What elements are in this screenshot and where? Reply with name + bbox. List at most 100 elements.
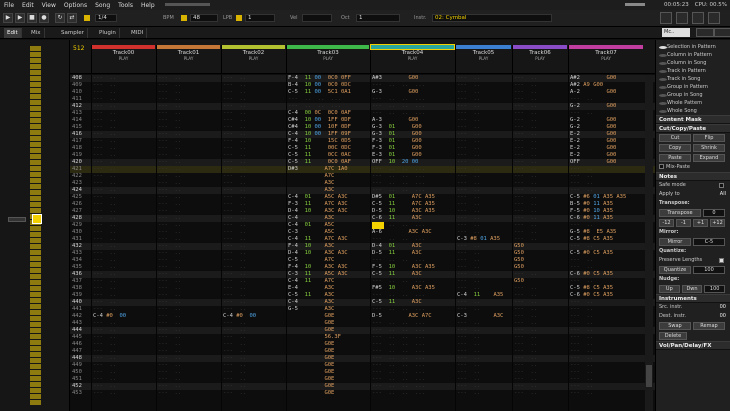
note-cell[interactable]: --- .. — [223, 355, 246, 362]
note-cell[interactable]: F-5 10 A3C A35 — [372, 264, 435, 271]
note-cell[interactable]: --- .. — [223, 376, 246, 383]
play-pattern-icon[interactable]: ▶ — [15, 13, 25, 23]
note-cell[interactable]: --- .. — [514, 89, 537, 96]
note-cell[interactable]: E-2 G00 — [570, 138, 616, 145]
note-cell[interactable]: --- .. — [93, 215, 116, 222]
safe-mode-checkbox[interactable] — [719, 183, 724, 188]
note-cell[interactable]: --- .. .. ... — [372, 306, 425, 313]
note-cell[interactable]: --- .. — [223, 82, 246, 89]
note-cell[interactable]: --- .. — [457, 278, 480, 285]
note-cell[interactable]: --- .. — [223, 341, 246, 348]
note-cell[interactable]: --- .. .. ... — [372, 166, 425, 173]
note-cell[interactable]: --- .. — [457, 159, 480, 166]
note-cell[interactable]: --- .. .. ... — [372, 187, 425, 194]
note-cell[interactable]: C-3 #8 01 A35 — [457, 236, 500, 243]
cut-copy-paste-header[interactable]: Cut/Copy/Paste — [656, 124, 730, 133]
note-cell[interactable]: --- .. — [158, 138, 181, 145]
track-header-4[interactable]: Track04 PLAY — [370, 44, 455, 73]
note-cell[interactable]: G-3 01 G00 — [372, 131, 422, 138]
note-cell[interactable]: G50 — [514, 250, 524, 257]
note-cell[interactable]: A#3 G00 — [372, 75, 418, 82]
note-cell[interactable]: --- .. — [570, 320, 593, 327]
note-cell[interactable]: --- .. — [93, 75, 116, 82]
note-cell[interactable]: --- .. — [514, 187, 537, 194]
note-cell[interactable]: --- .. — [514, 369, 537, 376]
cut-button[interactable]: Cut — [659, 134, 691, 142]
note-cell[interactable]: --- .. — [158, 117, 181, 124]
note-cell[interactable]: --- .. — [223, 271, 246, 278]
note-cell[interactable]: G50 — [514, 278, 524, 285]
sequence-cell[interactable] — [30, 58, 41, 63]
note-cell[interactable]: --- .. — [457, 124, 480, 131]
note-cell[interactable]: C-4 01 A5C — [288, 222, 334, 229]
track-play-state[interactable]: PLAY — [92, 56, 155, 61]
nudge-down-button[interactable]: Dwn — [681, 285, 703, 293]
note-cell[interactable]: --- .. — [158, 89, 181, 96]
note-cell[interactable]: C#4 10 00 1FF 0DF — [288, 117, 351, 124]
note-cell[interactable]: E-2 G00 — [570, 131, 616, 138]
note-cell[interactable]: --- .. — [514, 117, 537, 124]
sequence-cell[interactable] — [30, 304, 41, 309]
note-cell[interactable]: --- .. — [93, 117, 116, 124]
sequence-cell[interactable] — [30, 196, 41, 201]
note-cell[interactable]: C-5 A7C — [288, 257, 334, 264]
quantize-button[interactable]: Quantize — [659, 266, 691, 274]
note-cell[interactable]: --- .. — [457, 355, 480, 362]
mix-paste-checkbox[interactable] — [659, 164, 664, 169]
note-cell[interactable]: --- .. — [158, 96, 181, 103]
block-loop-value[interactable]: 1/4 — [95, 14, 117, 22]
note-cell[interactable]: --- .. — [223, 117, 246, 124]
sequence-cell[interactable] — [30, 88, 41, 93]
note-cell[interactable]: --- .. — [514, 299, 537, 306]
note-cell[interactable]: --- .. — [223, 180, 246, 187]
note-cell[interactable]: F-5 #0 10 A35 — [570, 208, 613, 215]
note-cell[interactable]: D#3 A7C 1A0 — [288, 166, 348, 173]
sequence-cell[interactable] — [30, 400, 41, 405]
scope-option[interactable]: Track in Song — [656, 75, 730, 83]
note-cell[interactable]: C-5 11 00C 0DC — [288, 145, 351, 152]
note-cell[interactable]: --- .. — [223, 334, 246, 341]
note-cell[interactable]: --- .. — [457, 96, 480, 103]
note-cell[interactable]: --- .. — [223, 222, 246, 229]
note-cell[interactable]: F-4 10 A3C — [288, 243, 334, 250]
note-cell[interactable]: --- .. — [93, 264, 116, 271]
note-cell[interactable]: A3C — [288, 180, 334, 187]
note-cell[interactable]: --- .. — [158, 173, 181, 180]
note-cell[interactable]: --- .. — [570, 110, 593, 117]
note-cell[interactable]: --- .. — [93, 229, 116, 236]
note-cell[interactable]: --- .. — [93, 173, 116, 180]
note-cell[interactable]: G0E — [288, 320, 334, 327]
note-cell[interactable]: --- .. — [93, 138, 116, 145]
track-header-1[interactable]: Track01 PLAY — [156, 45, 220, 73]
note-cell[interactable]: D-4 10 A3C A3C — [288, 250, 348, 257]
note-cell[interactable]: --- .. — [570, 355, 593, 362]
bpm-toggle[interactable] — [181, 15, 187, 21]
note-cell[interactable]: --- .. — [514, 138, 537, 145]
note-cell[interactable]: --- .. — [158, 306, 181, 313]
note-cell[interactable]: --- .. — [93, 145, 116, 152]
note-cell[interactable]: --- .. .. ... — [372, 390, 425, 397]
note-cell[interactable]: --- .. — [514, 215, 537, 222]
scopes-icon[interactable] — [708, 12, 720, 24]
note-cell[interactable]: G0E — [288, 390, 334, 397]
note-cell[interactable]: --- .. — [514, 103, 537, 110]
sequence-cell[interactable] — [30, 76, 41, 81]
octave-field[interactable]: 1 — [356, 14, 400, 22]
sequence-cell[interactable] — [30, 382, 41, 387]
note-cell[interactable]: --- .. — [514, 208, 537, 215]
lpb-toggle[interactable] — [236, 15, 242, 21]
note-cell[interactable]: --- .. .. ... — [372, 348, 425, 355]
note-cell[interactable]: A-6 A3C A3C — [372, 229, 432, 236]
note-cell[interactable]: --- .. — [223, 236, 246, 243]
note-cell[interactable]: --- .. — [158, 327, 181, 334]
note-cell[interactable]: --- .. — [158, 369, 181, 376]
note-cell[interactable]: --- .. — [514, 383, 537, 390]
note-cell[interactable]: --- .. — [93, 341, 116, 348]
note-cell[interactable]: --- .. — [457, 341, 480, 348]
note-cell[interactable]: --- .. .. ... — [372, 103, 425, 110]
note-cell[interactable]: --- .. — [93, 166, 116, 173]
note-cell[interactable]: F-3 01 G00 — [372, 138, 422, 145]
track-play-state[interactable]: PLAY — [569, 56, 643, 61]
note-cell[interactable]: --- .. — [457, 166, 480, 173]
sequence-cell[interactable] — [30, 106, 41, 111]
